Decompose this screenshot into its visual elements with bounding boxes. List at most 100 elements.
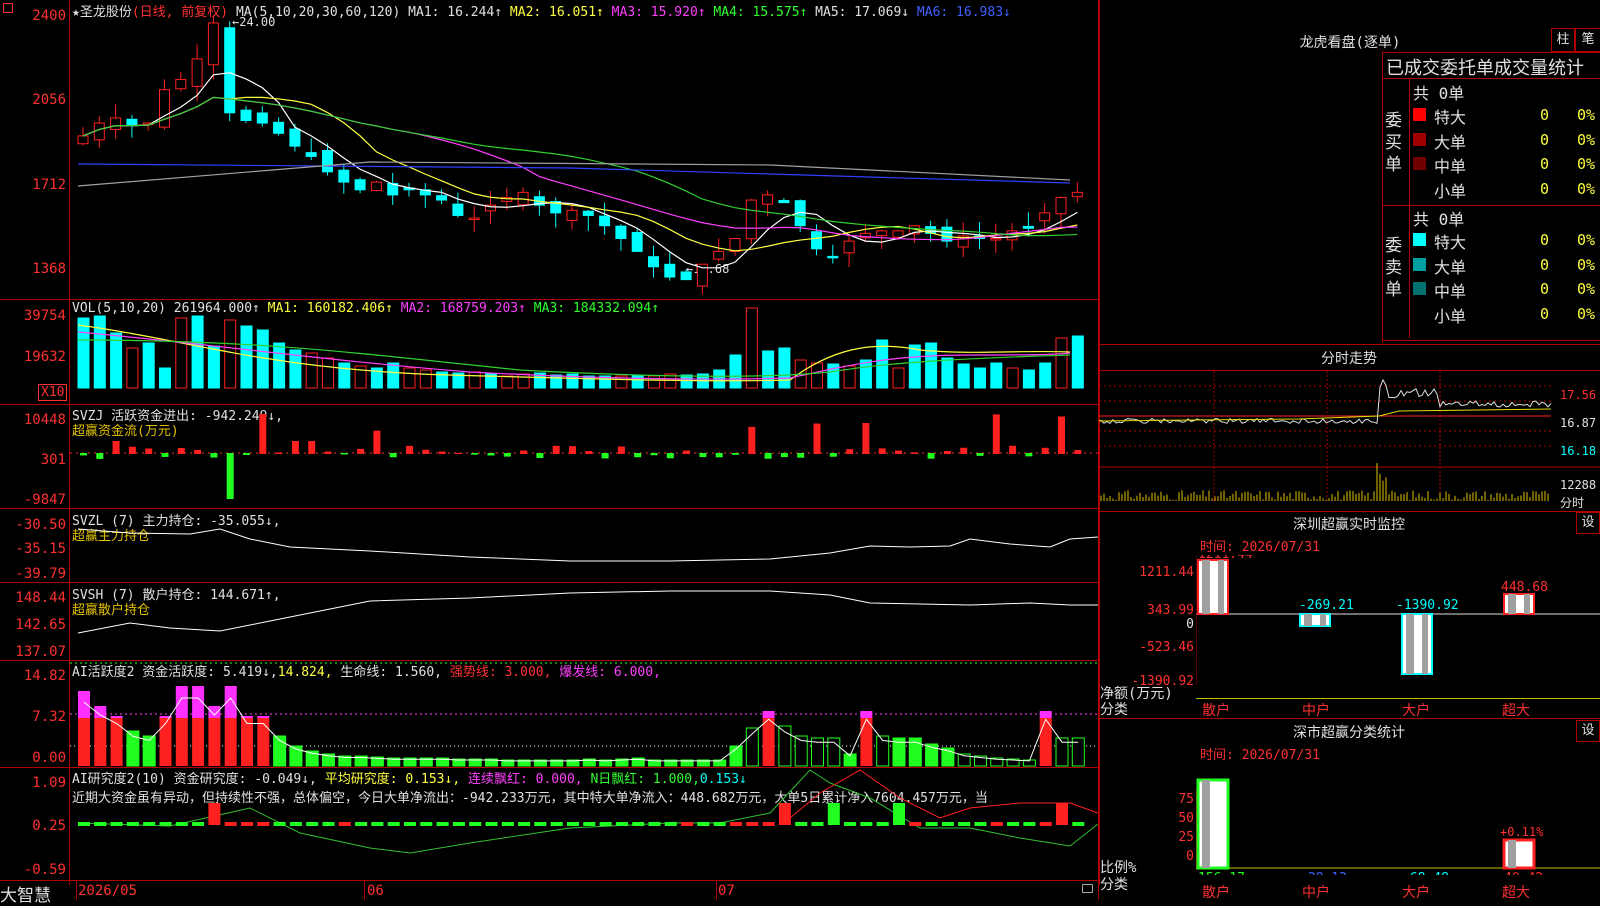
svzj-bar bbox=[177, 448, 185, 454]
ai-research-bar bbox=[175, 822, 188, 826]
ai-research-bar bbox=[893, 803, 905, 825]
ai-research-bar bbox=[241, 822, 253, 826]
sell-row-pct-3: 0% bbox=[1577, 304, 1596, 323]
volume-bar bbox=[175, 317, 188, 389]
ai-research-bar bbox=[126, 822, 139, 826]
buy-row-swatch-2 bbox=[1413, 157, 1426, 170]
svzj-bar bbox=[862, 422, 870, 454]
volume-bar bbox=[403, 367, 416, 389]
ai-research-bar bbox=[599, 822, 612, 826]
buy-row-count-2: 0 bbox=[1540, 155, 1550, 173]
volume-bar bbox=[419, 369, 432, 389]
sz-monitor-class-label: 分类 bbox=[1100, 702, 1128, 718]
volume-bar bbox=[207, 345, 220, 389]
y-label-ai1-1: 7.32 bbox=[32, 709, 66, 725]
candle-body bbox=[110, 117, 122, 131]
ai-research-bar bbox=[958, 822, 971, 826]
sz-monitor-bar-xlarge-shade2 bbox=[1524, 594, 1530, 614]
intraday-price-2: 16.18 bbox=[1560, 444, 1597, 458]
volume-chart[interactable] bbox=[70, 300, 1098, 404]
svsh-chart[interactable] bbox=[70, 583, 1098, 660]
ai-research-bar bbox=[159, 822, 172, 826]
volume-bar bbox=[77, 317, 90, 389]
svzj-bar bbox=[699, 453, 707, 458]
volume-bar bbox=[273, 342, 286, 389]
ai-research-bar bbox=[583, 822, 596, 826]
ai-research-chart[interactable] bbox=[70, 768, 1098, 880]
y-label-svzj-0: 10448 bbox=[23, 412, 66, 428]
ai-active-strong-bar bbox=[224, 718, 237, 766]
intraday-avg-line bbox=[1099, 408, 1552, 422]
svzj-bar bbox=[1009, 445, 1017, 454]
ma30-line bbox=[82, 96, 1078, 237]
ai-research-bar bbox=[730, 822, 742, 826]
y-label-main-3: 1368 bbox=[32, 261, 66, 277]
lock-icon[interactable] bbox=[1082, 884, 1093, 893]
sell-orders-label: 委卖单 bbox=[1385, 236, 1402, 300]
ai-research-bar bbox=[387, 822, 400, 826]
candle-body bbox=[566, 209, 578, 221]
ai-research-bar bbox=[501, 822, 514, 826]
sell-row-label-3: 小单 bbox=[1434, 306, 1467, 326]
ai-active-burst-bar bbox=[110, 716, 123, 718]
ai-active-chart[interactable] bbox=[70, 661, 1098, 767]
sz-monitor-y-1: 343.99 bbox=[1147, 603, 1194, 618]
sz-monitor-val-0: 1211.44 bbox=[1198, 555, 1253, 562]
sz-class-cat-2: 大户 bbox=[1402, 885, 1430, 901]
svzj-bar bbox=[927, 453, 935, 459]
ai-active-strong-bar bbox=[257, 718, 270, 766]
svzj-bar bbox=[1074, 450, 1082, 454]
candle-body bbox=[892, 230, 904, 238]
svzj-bar bbox=[357, 448, 365, 454]
candle-body bbox=[1039, 212, 1051, 222]
svzj-bar bbox=[259, 413, 267, 454]
sz-monitor-chart[interactable]: 1211.44 -269.21 -1390.92 448.68 bbox=[1196, 555, 1600, 685]
svzj-chart[interactable] bbox=[70, 405, 1098, 508]
svzl-chart[interactable] bbox=[70, 509, 1098, 582]
svzj-bar bbox=[503, 453, 511, 457]
ai-research-bar bbox=[485, 822, 498, 826]
bar-view-button[interactable]: 柱 bbox=[1551, 28, 1575, 52]
svzj-bar bbox=[992, 414, 1000, 454]
svzj-bar bbox=[552, 445, 560, 454]
svzj-bar bbox=[536, 453, 544, 459]
y-label-main-1: 2056 bbox=[32, 92, 66, 108]
sz-class-y-1: 50 bbox=[1178, 811, 1194, 826]
sz-monitor-bar-retail-shade bbox=[1202, 560, 1210, 614]
volume-bar bbox=[680, 374, 693, 389]
y-label-ai1-0: 14.82 bbox=[23, 668, 66, 684]
sz-monitor-settings-button[interactable]: 设 bbox=[1576, 512, 1600, 534]
sz-class-chart[interactable]: 156.17 -28.12 -68.48 40.42 +0.11% bbox=[1196, 770, 1600, 875]
ai-research-bar bbox=[632, 822, 645, 826]
sz-class-cat-1: 中户 bbox=[1302, 885, 1330, 901]
volume-bar bbox=[338, 362, 351, 389]
ai-research-bar bbox=[844, 822, 857, 826]
sz-class-time: 时间: 2026/07/31 bbox=[1200, 748, 1320, 763]
order-view-button[interactable]: 笔 bbox=[1575, 28, 1600, 52]
intraday-price-1: 16.87 bbox=[1560, 416, 1597, 430]
sz-class-settings-button[interactable]: 设 bbox=[1576, 720, 1600, 742]
ai-research-bar bbox=[990, 822, 1003, 826]
candlestick-chart[interactable] bbox=[70, 0, 1098, 299]
candle-body bbox=[77, 135, 89, 145]
svzj-bar bbox=[748, 426, 756, 454]
sz-monitor-time: 时间: 2026/07/31 bbox=[1200, 540, 1320, 555]
svzj-bar bbox=[634, 453, 642, 458]
candle-body bbox=[159, 89, 170, 128]
candle-body bbox=[354, 179, 366, 191]
app-logo[interactable]: 大智慧 bbox=[0, 881, 51, 906]
sz-class-title: 深市超赢分类统计 bbox=[1293, 725, 1405, 741]
candle-body bbox=[436, 195, 448, 201]
ai-research-bar bbox=[1056, 803, 1068, 825]
volume-bar bbox=[941, 357, 954, 389]
svzj-bar bbox=[683, 450, 691, 454]
ai-research-bar bbox=[550, 822, 563, 826]
sz-monitor-bar-retail-shade2 bbox=[1218, 560, 1224, 614]
candle-body bbox=[305, 152, 317, 157]
svzj-bar bbox=[666, 453, 674, 459]
candle-body bbox=[273, 121, 285, 134]
sell-row-swatch-1 bbox=[1413, 257, 1426, 271]
intraday-chart[interactable] bbox=[1099, 371, 1600, 511]
sell-row-label-2: 中单 bbox=[1434, 282, 1467, 301]
ai-active-strong-bar bbox=[78, 718, 90, 766]
